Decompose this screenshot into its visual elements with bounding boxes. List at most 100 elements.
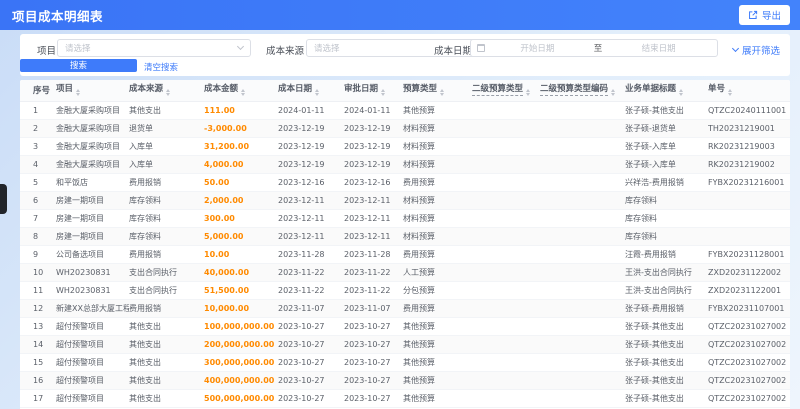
table-cell <box>472 101 540 120</box>
sort-icon[interactable] <box>679 87 684 98</box>
table-cell: 超付预警项目 <box>56 389 129 408</box>
table-row[interactable]: 1 金融大厦采购项目 其他支出 111.00 2024-01-11 2024-01-11 其… <box>20 101 790 120</box>
column-header-label: 成本金额 <box>204 84 239 95</box>
table-row[interactable]: 4 金融大厦采购项目 入库单 4,000.00 2023-12-19 2023-12-19… <box>20 155 790 174</box>
table-cell: 入库单 <box>129 155 204 174</box>
search-button[interactable]: 搜索 <box>20 59 137 72</box>
table-cell: 其他预算 <box>403 317 472 336</box>
table-cell <box>540 317 625 336</box>
cost-amount-cell: 300.00 <box>204 209 278 228</box>
drawer-handle[interactable] <box>0 184 7 214</box>
sort-icon[interactable] <box>166 87 171 98</box>
table-cell: 王洪-支出合同执行 <box>625 281 708 300</box>
cost-amount-cell: 40,000.00 <box>204 263 278 282</box>
table-cell: 张子硕-费用报销 <box>625 299 708 318</box>
column-header-4[interactable]: 成本日期 <box>278 80 344 102</box>
table-cell: 支出合同执行 <box>129 263 204 282</box>
sort-icon[interactable] <box>241 87 246 98</box>
expand-filters-link[interactable]: 展开筛选 <box>731 43 780 57</box>
table-cell: 其他支出 <box>129 317 204 336</box>
table-cell: 2023-12-11 <box>278 209 344 228</box>
sort-icon[interactable] <box>526 87 531 98</box>
column-header-label: 单号 <box>708 84 726 95</box>
cost-date-filter-label: 成本日期 <box>434 46 473 57</box>
table-cell: 5 <box>20 173 56 192</box>
table-row[interactable]: 17 超付预警项目 其他支出 500,000,000.00 2023-10-27 2023… <box>20 389 790 408</box>
table-cell: 库存领料 <box>625 191 708 210</box>
column-header-8[interactable]: 二级预算类型编码 <box>540 80 625 102</box>
table-cell: 7 <box>20 209 56 228</box>
sort-icon[interactable] <box>611 87 616 98</box>
table-row[interactable]: 8 房建一期项目 库存领料 5,000.00 2023-12-11 2023-12-11 材… <box>20 227 790 246</box>
table-row[interactable]: 14 超付预警项目 其他支出 200,000,000.00 2023-10-27 2023… <box>20 335 790 354</box>
table-cell: 16 <box>20 371 56 390</box>
chevron-down-icon <box>236 42 245 51</box>
project-select[interactable]: 请选择 <box>57 39 251 57</box>
table-cell <box>540 137 625 156</box>
table-cell: 14 <box>20 335 56 354</box>
table-cell: 17 <box>20 389 56 408</box>
table-row[interactable]: 12新建XX总部大厦工程二期费用报销10,000.002023-11-07202… <box>20 299 790 318</box>
table-row[interactable]: 11 WH20230831 支出合同执行 51,500.00 2023-11-22 202… <box>20 281 790 300</box>
table-cell: 库存领料 <box>625 227 708 246</box>
table-cell: 8 <box>20 227 56 246</box>
table-cell: 分包预算 <box>403 281 472 300</box>
table-cell: 2023-11-22 <box>344 263 403 282</box>
table-cell <box>472 209 540 228</box>
table-cell: QTZC20240111001 <box>708 101 790 120</box>
table-cell: 2023-12-19 <box>344 155 403 174</box>
sort-icon[interactable] <box>315 87 320 98</box>
cost-amount-cell: 51,500.00 <box>204 281 278 300</box>
table-cell <box>472 245 540 264</box>
sort-icon[interactable] <box>440 87 445 98</box>
table-row[interactable]: 7 房建一期项目 库存领料 300.00 2023-12-11 2023-12-11 材料预… <box>20 209 790 228</box>
table-row[interactable]: 3 金融大厦采购项目 入库单 31,200.00 2023-12-19 2023-12-1… <box>20 137 790 156</box>
column-header-3[interactable]: 成本金额 <box>204 80 278 102</box>
table-cell: 其他支出 <box>129 353 204 372</box>
sort-icon[interactable] <box>76 87 81 98</box>
table-cell: 费用报销 <box>129 299 204 318</box>
table-cell: 库存领料 <box>129 209 204 228</box>
table-cell <box>540 335 625 354</box>
table-cell: TH20231219001 <box>708 119 790 138</box>
table-cell: 2023-12-11 <box>278 227 344 246</box>
table-row[interactable]: 2 金融大厦采购项目 退货单 -3,000.00 2023-12-19 2023-12-1… <box>20 119 790 138</box>
table-cell: 超付预警项目 <box>56 353 129 372</box>
page-title: 项目成本明细表 <box>12 8 104 24</box>
table-row[interactable]: 16 超付预警项目 其他支出 400,000,000.00 2023-10-27 2023… <box>20 371 790 390</box>
table-row[interactable]: 6 房建一期项目 库存领料 2,000.00 2023-12-11 2023-12-11 材… <box>20 191 790 210</box>
table-cell: 2024-01-11 <box>344 101 403 120</box>
top-header-bar: 项目成本明细表 导出 <box>0 0 800 30</box>
clear-search-button[interactable]: 清空搜索 <box>144 61 178 73</box>
column-header-10[interactable]: 单号 <box>708 80 790 102</box>
table-cell <box>472 335 540 354</box>
sort-icon[interactable] <box>728 87 733 98</box>
table-cell: 张子硕-其他支出 <box>625 389 708 408</box>
column-header-1[interactable]: 项目 <box>56 80 129 102</box>
export-button[interactable]: 导出 <box>738 5 790 25</box>
table-cell: 12 <box>20 299 56 318</box>
export-button-label: 导出 <box>761 11 781 22</box>
column-header-label: 业务单据标题 <box>625 84 677 95</box>
column-header-label: 预算类型 <box>403 84 438 95</box>
cost-date-range-input[interactable]: 开始日期 至 结束日期 <box>470 39 718 57</box>
column-header-9[interactable]: 业务单据标题 <box>625 80 708 102</box>
table-cell: 退货单 <box>129 119 204 138</box>
table-cell: 2 <box>20 119 56 138</box>
table-cell: 库存领料 <box>129 227 204 246</box>
table-cell: 2023-10-27 <box>344 335 403 354</box>
column-header-0[interactable]: 序号 <box>20 80 56 102</box>
table-row[interactable]: 9 公司备选项目 费用报销 10.00 2023-11-28 2023-11-28 费用预算… <box>20 245 790 264</box>
column-header-6[interactable]: 预算类型 <box>403 80 472 102</box>
table-row[interactable]: 13 超付预警项目 其他支出 100,000,000.00 2023-10-27 2023… <box>20 317 790 336</box>
table-row[interactable]: 15 超付预警项目 其他支出 300,000,000.00 2023-10-27 2023… <box>20 353 790 372</box>
column-header-2[interactable]: 成本来源 <box>129 80 204 102</box>
column-header-5[interactable]: 审批日期 <box>344 80 403 102</box>
table-row[interactable]: 5 和平饭店 费用报销 50.00 2023-12-16 2023-12-16 费用预算 兴祥… <box>20 173 790 192</box>
sort-icon[interactable] <box>381 87 386 98</box>
table-cell <box>472 173 540 192</box>
table-cell <box>472 227 540 246</box>
table-cell: RK20231219003 <box>708 137 790 156</box>
column-header-7[interactable]: 二级预算类型 <box>472 80 540 102</box>
table-row[interactable]: 10 WH20230831 支出合同执行 40,000.00 2023-11-22 202… <box>20 263 790 282</box>
